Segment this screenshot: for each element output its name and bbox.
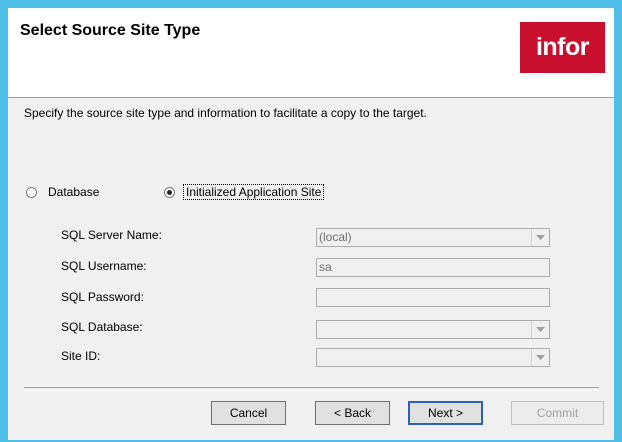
- sql-username-input[interactable]: sa: [316, 258, 550, 277]
- radio-database[interactable]: Database: [26, 185, 101, 199]
- chevron-down-icon[interactable]: [531, 349, 549, 366]
- radio-circle-database[interactable]: [26, 186, 37, 198]
- sql-username-value: sa: [319, 260, 332, 274]
- logo-text: infor: [535, 33, 590, 61]
- cancel-button[interactable]: Cancel: [211, 401, 286, 425]
- page-title: Select Source Site Type: [20, 22, 201, 39]
- commit-button[interactable]: Commit: [511, 401, 604, 425]
- sql-database-label: SQL Database:: [61, 320, 143, 334]
- sql-database-dropdown[interactable]: [316, 320, 550, 339]
- site-id-dropdown[interactable]: [316, 348, 550, 367]
- infor-logo: infor: [520, 22, 605, 73]
- radio-initialized-application-site[interactable]: Initialized Application Site: [164, 184, 325, 200]
- sql-server-name-dropdown[interactable]: (local): [316, 228, 550, 247]
- button-divider: [24, 387, 599, 391]
- radio-label-initialized-application-site[interactable]: Initialized Application Site: [182, 184, 325, 200]
- wizard-window: Select Source Site Type infor Specify th…: [8, 8, 614, 440]
- page-description: Specify the source site type and informa…: [24, 106, 427, 120]
- radio-label-database[interactable]: Database: [46, 185, 101, 199]
- sql-server-name-value: (local): [319, 230, 352, 244]
- back-button[interactable]: < Back: [315, 401, 390, 425]
- chevron-down-icon[interactable]: [531, 321, 549, 338]
- wizard-header: Select Source Site Type infor: [8, 8, 614, 98]
- radio-circle-initialized-application-site[interactable]: [164, 186, 175, 198]
- sql-username-label: SQL Username:: [61, 259, 147, 273]
- sql-password-label: SQL Password:: [61, 290, 144, 304]
- sql-server-name-label: SQL Server Name:: [61, 228, 162, 242]
- chevron-down-icon[interactable]: [531, 229, 549, 246]
- next-button[interactable]: Next >: [408, 401, 483, 425]
- site-id-label: Site ID:: [61, 349, 101, 363]
- sql-password-input[interactable]: [316, 288, 550, 307]
